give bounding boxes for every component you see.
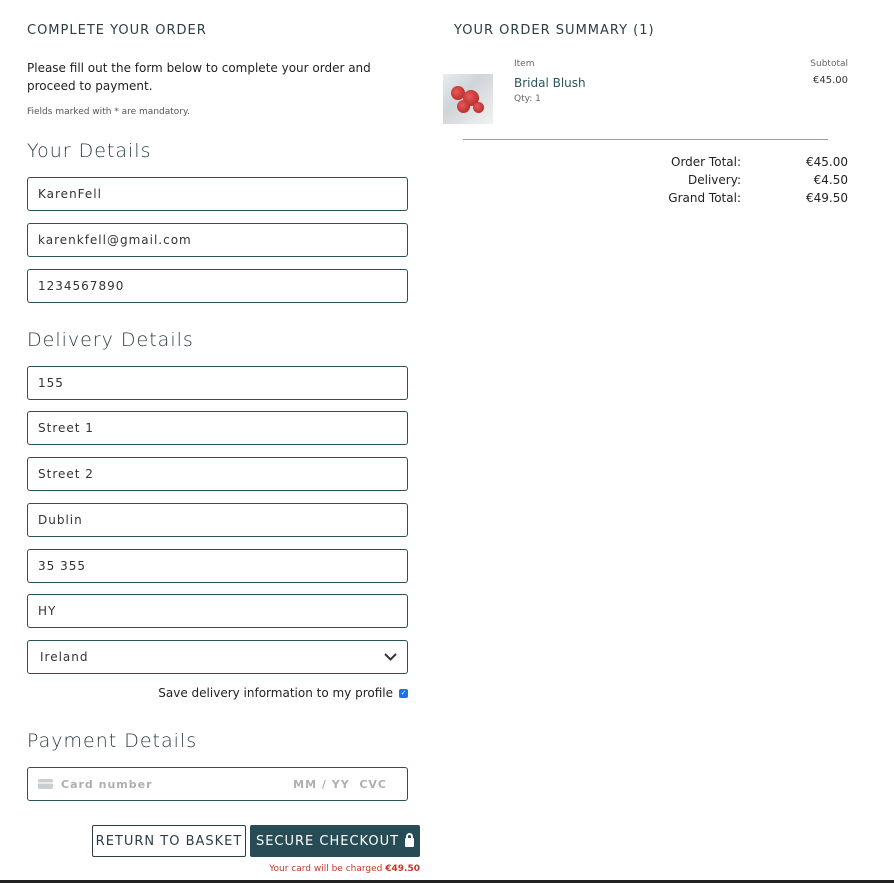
delivery-details-title: Delivery Details [27,329,194,351]
delivery-label: Delivery: [688,173,741,187]
totals-block: Order Total: €45.00 Delivery: €4.50 Gran… [631,153,848,207]
county-input[interactable]: HY [27,594,408,628]
item-column-header: Item [514,59,535,69]
street-address2-input[interactable]: Street 2 [27,457,408,491]
country-value: Ireland [40,650,89,664]
expiry-cvc-placeholder: MM / YY CVC [293,777,387,791]
delivery-value: €4.50 [813,173,848,187]
street-number-input[interactable]: 155 [27,366,408,400]
page-heading: COMPLETE YOUR ORDER [27,23,207,38]
subtotal-column-header: Subtotal [810,59,848,69]
delivery-row: Delivery: €4.50 [631,171,848,189]
street-address1-input[interactable]: Street 1 [27,411,408,445]
country-select[interactable]: Ireland [27,640,408,674]
charge-notice: Your card will be charged €49.50 [269,864,420,874]
payment-details-title: Payment Details [27,730,198,752]
grand-total-label: Grand Total: [668,191,741,205]
secure-checkout-button[interactable]: SECURE CHECKOUT [250,825,420,857]
intro-text: Please fill out the form below to comple… [27,61,371,93]
charge-text: Your card will be charged [269,864,383,874]
full-name-input[interactable]: KarenFell [27,177,408,211]
order-total-row: Order Total: €45.00 [631,153,848,171]
chevron-down-icon [384,653,397,661]
save-info-row: Save delivery information to my profile … [158,686,408,700]
grand-total-row: Grand Total: €49.50 [631,189,848,207]
item-qty: Qty: 1 [514,94,541,104]
lock-icon [405,832,415,847]
summary-divider [463,139,828,140]
charge-amount: €49.50 [385,864,420,874]
credit-card-icon [38,779,53,789]
email-input[interactable]: karenkfell@gmail.com [27,223,408,257]
item-subtotal: €45.00 [813,75,848,86]
item-name: Bridal Blush [514,76,586,90]
order-total-label: Order Total: [671,155,741,169]
save-info-label: Save delivery information to my profile [158,686,393,700]
order-total-value: €45.00 [806,155,848,169]
mandatory-note: Fields marked with * are mandatory. [27,107,190,117]
secure-checkout-label: SECURE CHECKOUT [255,833,400,849]
product-image [443,74,493,124]
card-number-placeholder: Card number [61,777,153,791]
return-to-basket-button[interactable]: RETURN TO BASKET [92,825,246,857]
card-element[interactable]: Card number MM / YY CVC [27,767,408,801]
grand-total-value: €49.50 [806,191,848,205]
save-info-checkbox[interactable]: ✓ [399,688,408,698]
phone-input[interactable]: 1234567890 [27,269,408,303]
your-details-title: Your Details [27,140,152,162]
postcode-input[interactable]: 35 355 [27,549,408,583]
town-input[interactable]: Dublin [27,503,408,537]
order-summary-heading: YOUR ORDER SUMMARY (1) [454,23,655,38]
